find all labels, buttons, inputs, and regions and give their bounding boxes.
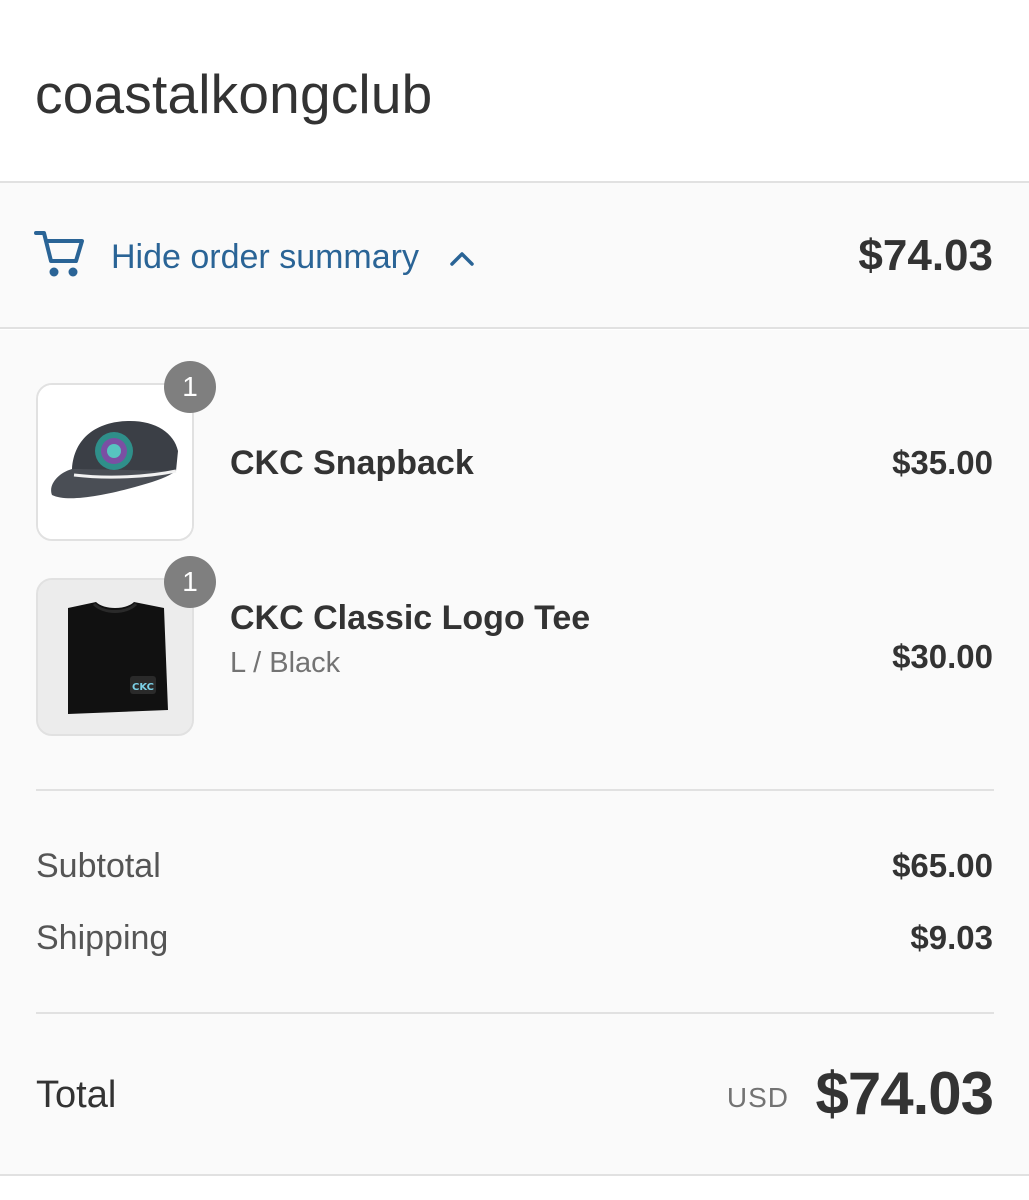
divider: [36, 789, 994, 791]
product-variant: L / Black: [230, 647, 341, 679]
product-name: CKC Classic Logo Tee: [230, 599, 591, 637]
shipping-value: $9.03: [910, 919, 993, 956]
cart-icon: [34, 231, 84, 277]
product-thumbnail: 1: [36, 361, 216, 541]
product-price: $30.00: [892, 638, 993, 675]
chevron-up-icon: [450, 252, 474, 266]
product-name: CKC Snapback: [230, 444, 474, 482]
hide-order-summary-link[interactable]: Hide order summary: [111, 236, 419, 278]
quantity-badge: 1: [164, 556, 216, 608]
total-label: Total: [36, 1074, 117, 1116]
summary-total-price: $74.03: [858, 231, 993, 280]
quantity-badge: 1: [164, 361, 216, 413]
currency-code: USD: [726, 1082, 789, 1113]
subtotal-label: Subtotal: [36, 847, 161, 885]
divider: [36, 1012, 994, 1014]
subtotal-value: $65.00: [892, 847, 993, 884]
product-thumbnail: CKC 1: [36, 556, 216, 736]
product-price: $35.00: [892, 444, 993, 481]
store-header: coastalkongclub: [0, 0, 1029, 183]
store-name-link[interactable]: coastalkongclub: [35, 62, 432, 126]
grand-total-price: $74.03: [815, 1060, 994, 1127]
folded-tee-image: CKC: [38, 580, 192, 734]
shipping-label: Shipping: [36, 919, 169, 957]
snapback-cap-image: [38, 385, 192, 539]
svg-text:CKC: CKC: [132, 682, 154, 693]
